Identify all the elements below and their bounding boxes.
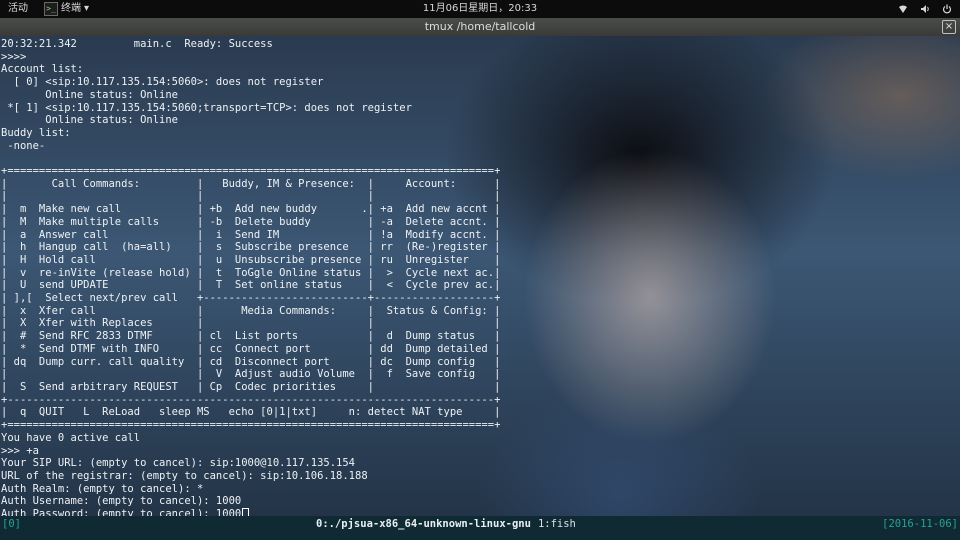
terminal-line: | U send UPDATE | T Set online status | … bbox=[1, 279, 501, 292]
window-title: tmux /home/tallcold bbox=[424, 20, 536, 33]
terminal-line: | H Hold call | u Unsubscribe presence |… bbox=[1, 253, 501, 266]
terminal-line: | | | | bbox=[1, 190, 501, 203]
system-tray[interactable] bbox=[898, 0, 952, 18]
terminal-line: Online status: Online bbox=[1, 88, 179, 101]
terminal-line: | Call Commands: | Buddy, IM & Presence:… bbox=[1, 177, 501, 190]
terminal-line: >>>> bbox=[1, 50, 27, 63]
terminal-line: | dq Dump curr. call quality | cd Discon… bbox=[1, 355, 501, 368]
terminal-line: | m Make new call | +b Add new buddy .| … bbox=[1, 203, 501, 216]
terminal-line: [ 0] <sip:10.117.135.154:5060>: does not… bbox=[1, 76, 324, 89]
tmux-window-fish[interactable]: 1:fish bbox=[538, 518, 576, 530]
terminal-line: | a Answer call | i Send IM | !a Modify … bbox=[1, 228, 501, 241]
terminal-line: | # Send RFC 2833 DTMF | cl List ports |… bbox=[1, 330, 501, 343]
terminal-line: | | V Adjust audio Volume | f Save confi… bbox=[1, 368, 501, 381]
network-wifi-icon[interactable] bbox=[898, 4, 908, 14]
terminal-line: | q QUIT L ReLoad sleep MS echo [0|1|txt… bbox=[1, 406, 501, 419]
terminal-line: +=======================================… bbox=[1, 419, 501, 432]
terminal-line: +---------------------------------------… bbox=[1, 393, 501, 406]
terminal-line: Your SIP URL: (empty to cancel): sip:100… bbox=[1, 457, 356, 470]
terminal-line: *[ 1] <sip:10.117.135.154:5060;transport… bbox=[1, 101, 412, 114]
tmux-window-list: 0:./pjsua-x86_64-unknown-linux-gnu 1:fish bbox=[316, 516, 576, 532]
terminal-line: | M Make multiple calls | -b Delete budd… bbox=[1, 215, 501, 228]
tmux-status-bar: [0] 0:./pjsua-x86_64-unknown-linux-gnu 1:… bbox=[0, 516, 960, 540]
terminal-output: 20:32:21.342 main.c Ready: Success >>>> Ac… bbox=[1, 38, 500, 516]
terminal-line: -none- bbox=[1, 139, 46, 152]
window-titlebar[interactable]: tmux /home/tallcold × bbox=[0, 18, 960, 36]
terminal-line: Account list: bbox=[1, 63, 84, 76]
terminal-line: | X Xfer with Replaces | | | bbox=[1, 317, 501, 330]
top-system-panel: 活动 >_ 终端 ▾ 11月06日星期日，20:33 bbox=[0, 0, 960, 18]
tmux-session-label: [0] bbox=[2, 518, 21, 530]
terminal-line: | h Hangup call (ha=all) | s Subscribe p… bbox=[1, 241, 501, 254]
close-icon[interactable]: × bbox=[942, 20, 956, 34]
terminal-line: You have 0 active call bbox=[1, 431, 141, 444]
terminal-line: >>> +a bbox=[1, 444, 39, 457]
terminal-line: Auth Password: (empty to cancel): 1000 bbox=[1, 508, 500, 516]
terminal-line: Auth Realm: (empty to cancel): * bbox=[1, 482, 204, 495]
terminal-line: | * Send DTMF with INFO | cc Connect por… bbox=[1, 342, 501, 355]
terminal-line: | ],[ Select next/prev call +-----------… bbox=[1, 292, 501, 305]
tmux-date: [2016-11-06] bbox=[882, 518, 958, 530]
volume-icon[interactable] bbox=[920, 4, 930, 14]
terminal-line: Auth Username: (empty to cancel): 1000 bbox=[1, 495, 242, 508]
clock[interactable]: 11月06日星期日，20:33 bbox=[0, 0, 960, 18]
text-cursor bbox=[242, 508, 250, 516]
terminal-line: URL of the registrar: (empty to cancel):… bbox=[1, 469, 368, 482]
terminal-line: Buddy list: bbox=[1, 126, 71, 139]
terminal-line: +=======================================… bbox=[1, 165, 501, 178]
power-icon[interactable] bbox=[942, 4, 952, 14]
tmux-window-active[interactable]: 0:./pjsua-x86_64-unknown-linux-gnu bbox=[316, 518, 531, 530]
terminal-line: | x Xfer call | Media Commands: | Status… bbox=[1, 304, 501, 317]
terminal-line: Online status: Online bbox=[1, 114, 179, 127]
terminal-pane[interactable]: 20:32:21.342 main.c Ready: Success >>>> Ac… bbox=[0, 36, 960, 516]
terminal-line: | S Send arbitrary REQUEST | Cp Codec pr… bbox=[1, 380, 501, 393]
terminal-line: 20:32:21.342 main.c Ready: Success bbox=[1, 38, 273, 50]
terminal-line: | v re-inVite (release hold) | t ToGgle … bbox=[1, 266, 501, 279]
